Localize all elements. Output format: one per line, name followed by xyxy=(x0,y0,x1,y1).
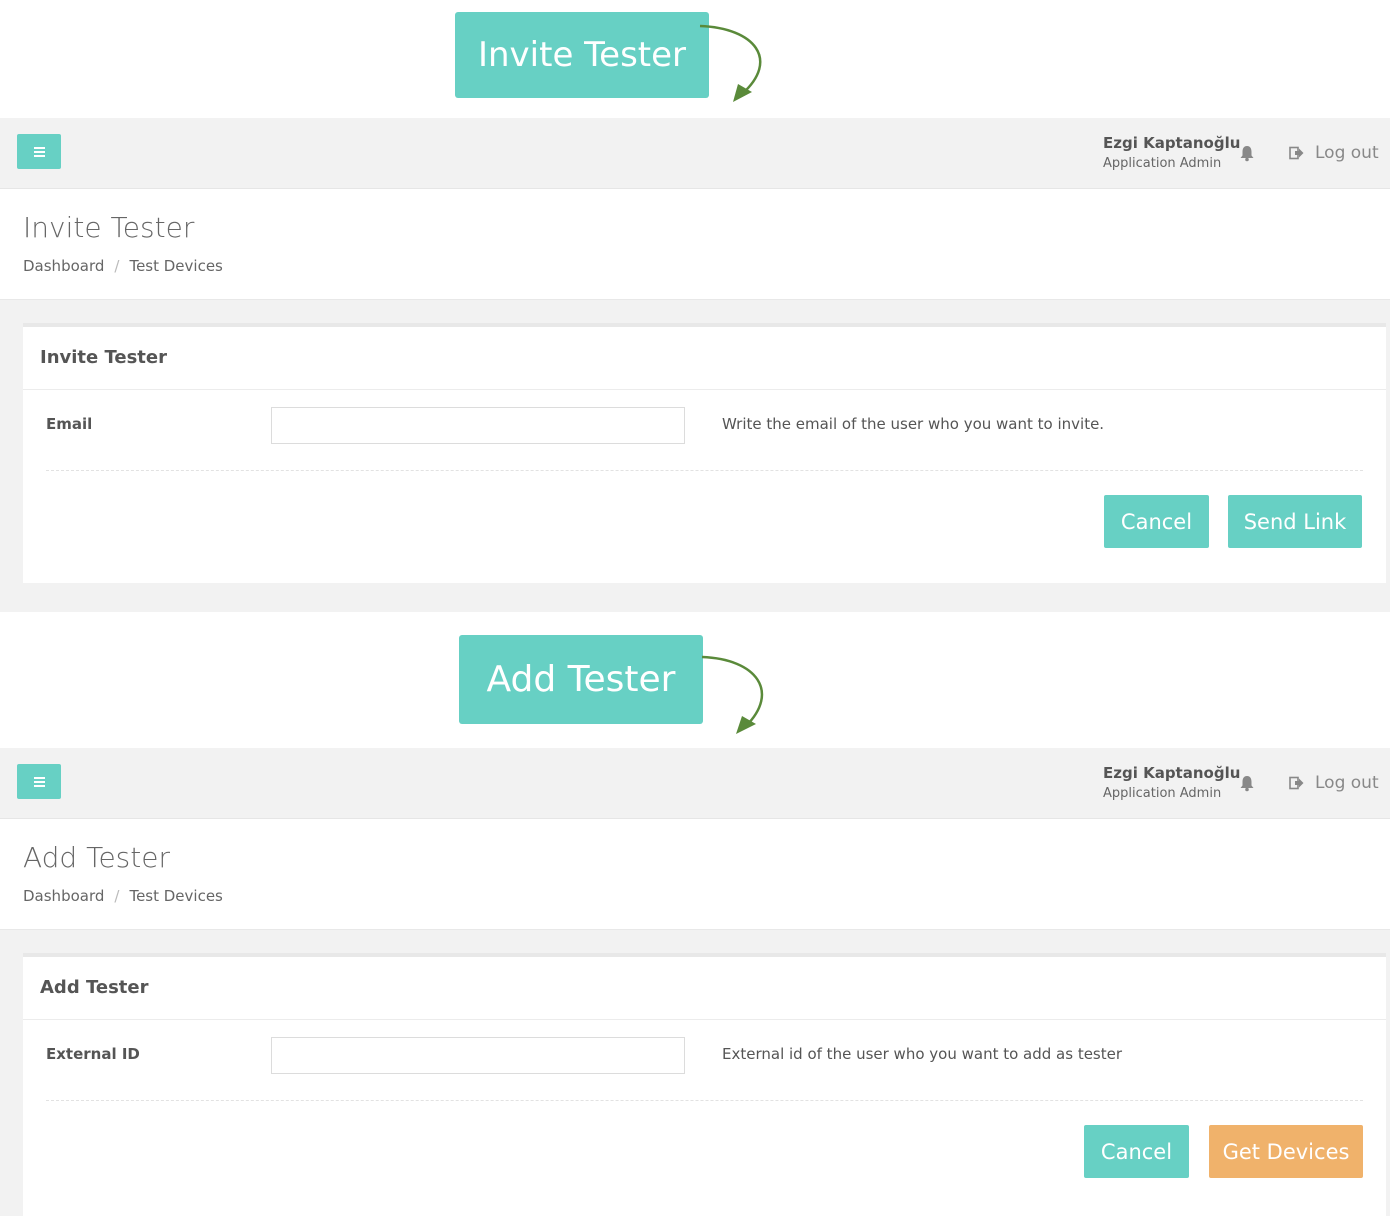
logout-label: Log out xyxy=(1315,773,1379,793)
user-info[interactable]: Ezgi Kaptanoğlu Application Admin xyxy=(1103,764,1240,801)
invite-tester-panel: Invite Tester Email Write the email of t… xyxy=(23,323,1386,583)
breadcrumb-test-devices[interactable]: Test Devices xyxy=(129,257,222,275)
external-id-input[interactable] xyxy=(271,1037,685,1074)
email-help-text: Write the email of the user who you want… xyxy=(722,415,1105,433)
page-header: Invite Tester Dashboard / Test Devices xyxy=(0,189,1390,300)
page-title: Invite Tester xyxy=(23,211,195,244)
hamburger-icon xyxy=(33,150,45,153)
logout-link[interactable]: Log out xyxy=(1289,143,1379,163)
invite-tester-callout: Invite Tester xyxy=(455,12,709,98)
panel-divider xyxy=(23,389,1386,390)
form-divider xyxy=(46,1100,1363,1101)
bell-icon[interactable] xyxy=(1238,144,1256,162)
external-id-help-text: External id of the user who you want to … xyxy=(722,1045,1123,1063)
top-bar: Ezgi Kaptanoğlu Application Admin Log ou… xyxy=(0,748,1390,819)
top-bar: Ezgi Kaptanoğlu Application Admin Log ou… xyxy=(0,118,1390,189)
breadcrumb: Dashboard / Test Devices xyxy=(23,887,223,905)
breadcrumb-dashboard[interactable]: Dashboard xyxy=(23,887,104,905)
add-tester-callout-label: Add Tester xyxy=(486,659,676,700)
curved-arrow-icon xyxy=(699,24,762,102)
user-name: Ezgi Kaptanoğlu xyxy=(1103,134,1241,152)
user-role: Application Admin xyxy=(1103,786,1222,801)
user-info[interactable]: Ezgi Kaptanoğlu Application Admin xyxy=(1103,134,1240,171)
user-name: Ezgi Kaptanoğlu xyxy=(1103,764,1241,782)
send-link-button[interactable]: Send Link xyxy=(1228,495,1362,548)
bell-icon[interactable] xyxy=(1238,774,1256,792)
menu-toggle-button[interactable] xyxy=(17,134,61,169)
logout-icon xyxy=(1289,776,1304,790)
add-tester-panel: Add Tester External ID External id of th… xyxy=(23,953,1386,1220)
add-tester-callout: Add Tester xyxy=(459,635,703,724)
panel-title: Add Tester xyxy=(40,977,149,998)
panel-title: Invite Tester xyxy=(40,347,167,368)
hamburger-icon xyxy=(33,780,45,783)
invite-tester-screen: Ezgi Kaptanoğlu Application Admin Log ou… xyxy=(0,118,1390,612)
add-tester-screen: Ezgi Kaptanoğlu Application Admin Log ou… xyxy=(0,748,1390,1220)
user-role: Application Admin xyxy=(1103,156,1222,171)
cancel-button[interactable]: Cancel xyxy=(1084,1125,1189,1178)
logout-label: Log out xyxy=(1315,143,1379,163)
curved-arrow-icon xyxy=(701,655,764,734)
cancel-button[interactable]: Cancel xyxy=(1104,495,1209,548)
external-id-label: External ID xyxy=(46,1045,140,1063)
invite-tester-callout-label: Invite Tester xyxy=(477,35,687,75)
breadcrumb: Dashboard / Test Devices xyxy=(23,257,223,275)
form-divider xyxy=(46,470,1363,471)
get-devices-button[interactable]: Get Devices xyxy=(1209,1125,1363,1178)
logout-icon xyxy=(1289,146,1304,160)
menu-toggle-button[interactable] xyxy=(17,764,61,799)
logout-link[interactable]: Log out xyxy=(1289,773,1379,793)
email-input[interactable] xyxy=(271,407,685,444)
page-header: Add Tester Dashboard / Test Devices xyxy=(0,819,1390,930)
breadcrumb-test-devices[interactable]: Test Devices xyxy=(129,887,222,905)
page-title: Add Tester xyxy=(23,841,170,874)
panel-divider xyxy=(23,1019,1386,1020)
email-label: Email xyxy=(46,415,93,433)
breadcrumb-dashboard[interactable]: Dashboard xyxy=(23,257,104,275)
